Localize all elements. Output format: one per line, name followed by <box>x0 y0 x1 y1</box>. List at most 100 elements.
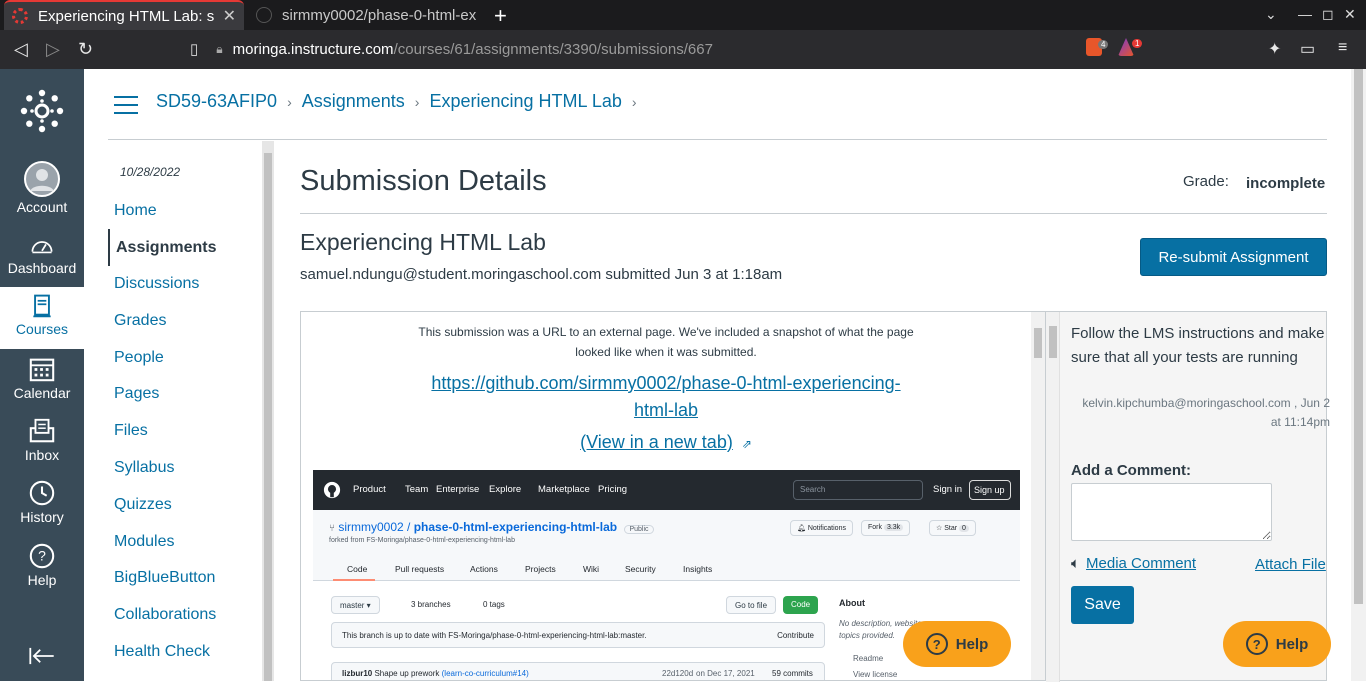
media-comment-link[interactable]: 🔈︎ Media Comment <box>1071 555 1196 572</box>
github-logo-icon <box>323 481 341 499</box>
gh-notifications: 🔔︎ Notifications <box>790 520 853 536</box>
tab-inactive[interactable]: sirmmy0002/phase-0-html-exp <box>248 0 484 30</box>
minimize-icon[interactable]: — <box>1298 6 1312 22</box>
gh-fork-label: Fork <box>868 524 882 531</box>
nav-courses[interactable]: Courses <box>0 287 84 349</box>
gh-branches: 3 branches <box>411 600 451 609</box>
help-button[interactable]: ? Help <box>903 621 1011 667</box>
courses-icon <box>33 294 51 318</box>
tab-active[interactable]: Experiencing HTML Lab: s ✕ <box>4 0 244 30</box>
gh-tab-insights: Insights <box>683 564 713 574</box>
close-tab-icon[interactable]: ✕ <box>223 6 236 26</box>
attach-file-link[interactable]: Attach File <box>1255 556 1326 573</box>
external-link-icon: ⇗ <box>741 437 752 451</box>
menu-icon[interactable]: ≡ <box>1338 39 1347 57</box>
page-scrollbar[interactable] <box>1351 69 1366 681</box>
forward-icon[interactable]: ▷ <box>46 39 60 60</box>
course-nav-collaborations[interactable]: Collaborations <box>114 606 216 624</box>
canvas-logo-icon[interactable] <box>20 89 64 133</box>
gh-fork-count: 3.3k <box>883 524 904 531</box>
nav-calendar[interactable]: Calendar <box>0 355 84 405</box>
gh-up-to-date-text: This branch is up to date with FS-Moring… <box>342 631 647 640</box>
nav-inbox[interactable]: Inbox <box>0 417 84 467</box>
gh-star-count: 0 <box>959 525 969 532</box>
gh-contribute: Contribute <box>777 631 814 640</box>
course-nav-discussions[interactable]: Discussions <box>114 275 199 293</box>
collapse-nav-icon[interactable] <box>28 647 56 665</box>
view-new-tab-label[interactable]: (View in a new tab) <box>580 432 733 452</box>
gh-nav-product: Product <box>353 484 386 495</box>
course-nav: 10/28/2022 Home Assignments Discussions … <box>108 149 263 681</box>
gh-owner: sirmmy0002 <box>338 520 404 534</box>
gh-tab-code: Code <box>347 564 368 574</box>
gh-latest-commit: lizbur10 Shape up prework (learn-co-curr… <box>331 662 825 680</box>
gh-forked-from: forked from FS-Moringa/phase-0-html-expe… <box>329 537 515 544</box>
nav-label: History <box>20 509 64 525</box>
breadcrumb-assignment[interactable]: Experiencing HTML Lab <box>429 91 621 112</box>
nav-account[interactable]: Account <box>0 161 84 219</box>
bookmark-icon[interactable]: ▯ <box>190 40 198 58</box>
extensions-icon[interactable]: ✦ <box>1268 39 1281 59</box>
course-nav-files[interactable]: Files <box>114 422 148 440</box>
breadcrumb-course[interactable]: SD59-63AFIP0 <box>156 91 277 112</box>
course-menu-toggle[interactable] <box>114 96 138 114</box>
add-comment-label: Add a Comment: <box>1071 462 1191 479</box>
nav-history[interactable]: History <box>0 479 84 529</box>
course-nav-home[interactable]: Home <box>114 202 157 220</box>
tab-list-icon[interactable]: ⌄ <box>1265 6 1277 23</box>
help-label: Help <box>1275 635 1309 653</box>
back-icon[interactable]: ◁ <box>14 39 28 60</box>
nav-help[interactable]: ? Help <box>0 542 84 592</box>
resubmit-button[interactable]: Re-submit Assignment <box>1140 238 1327 276</box>
gh-branch-label: master <box>340 601 365 610</box>
gh-readme: Readme <box>853 654 884 663</box>
question-icon: ? <box>925 633 948 655</box>
comment-input[interactable] <box>1071 483 1272 541</box>
inbox-icon <box>29 418 55 443</box>
course-nav-modules[interactable]: Modules <box>114 533 174 551</box>
submission-url-link[interactable]: https://github.com/sirmmy0002/phase-0-ht… <box>416 370 916 424</box>
breadcrumb-assignments[interactable]: Assignments <box>302 91 405 112</box>
course-nav-syllabus[interactable]: Syllabus <box>114 459 174 477</box>
gh-branch-select: master ▾ <box>331 596 380 614</box>
gh-about: About <box>839 598 865 608</box>
bell-icon: 🔔︎ <box>797 525 808 532</box>
course-nav-assignments[interactable]: Assignments <box>108 229 216 266</box>
course-nav-scrollbar[interactable] <box>262 141 274 681</box>
divider <box>108 139 1327 140</box>
gh-public-badge: Public <box>624 525 654 534</box>
page-title: Submission Details <box>300 165 547 197</box>
course-nav-pages[interactable]: Pages <box>114 385 159 403</box>
nav-dashboard[interactable]: Dashboard <box>0 234 84 284</box>
course-nav-quizzes[interactable]: Quizzes <box>114 496 172 514</box>
new-tab-button[interactable]: + <box>494 3 507 29</box>
nav-bar: ◁ ▷ ↻ ▯ 🔒︎ moringa.instructure.com/cours… <box>0 30 1366 69</box>
avatar-icon <box>24 161 60 197</box>
dashboard-icon <box>31 241 53 254</box>
question-icon: ? <box>1245 633 1268 655</box>
address-bar[interactable]: ▯ 🔒︎ moringa.instructure.com/courses/61/… <box>190 34 1150 64</box>
gh-nav-enterprise: Enterprise <box>436 484 480 495</box>
gh-search-input: Search <box>793 480 923 500</box>
course-nav-bigbluebutton[interactable]: BigBlueButton <box>114 569 215 587</box>
gh-commit-ref: (learn-co-curriculum#14) <box>441 669 529 678</box>
wallet-icon[interactable]: ▭ <box>1300 39 1315 59</box>
help-button[interactable]: ? Help <box>1223 621 1331 667</box>
course-nav-people[interactable]: People <box>114 349 164 367</box>
global-nav: Account Dashboard Courses Calendar Inbox… <box>0 69 84 681</box>
comments-scrollbar[interactable] <box>1046 312 1060 682</box>
maximize-icon[interactable]: ◻ <box>1322 6 1334 23</box>
browser-chrome: Experiencing HTML Lab: s ✕ sirmmy0002/ph… <box>0 0 1366 69</box>
gh-code-button: Code <box>783 596 819 614</box>
preview-note: This submission was a URL to an external… <box>418 325 914 359</box>
course-nav-grades[interactable]: Grades <box>114 312 166 330</box>
reload-icon[interactable]: ↻ <box>78 39 93 60</box>
course-nav-health-check[interactable]: Health Check <box>114 643 210 661</box>
close-window-icon[interactable]: ✕ <box>1344 6 1356 23</box>
save-button[interactable]: Save <box>1071 586 1134 624</box>
grade-label: Grade: <box>1183 173 1229 190</box>
view-new-tab-link[interactable]: (View in a new tab) ⇗ <box>301 432 1031 453</box>
nav-label: Calendar <box>13 385 71 401</box>
preview-scrollbar[interactable] <box>1031 312 1045 680</box>
media-comment-label[interactable]: Media Comment <box>1086 555 1196 572</box>
